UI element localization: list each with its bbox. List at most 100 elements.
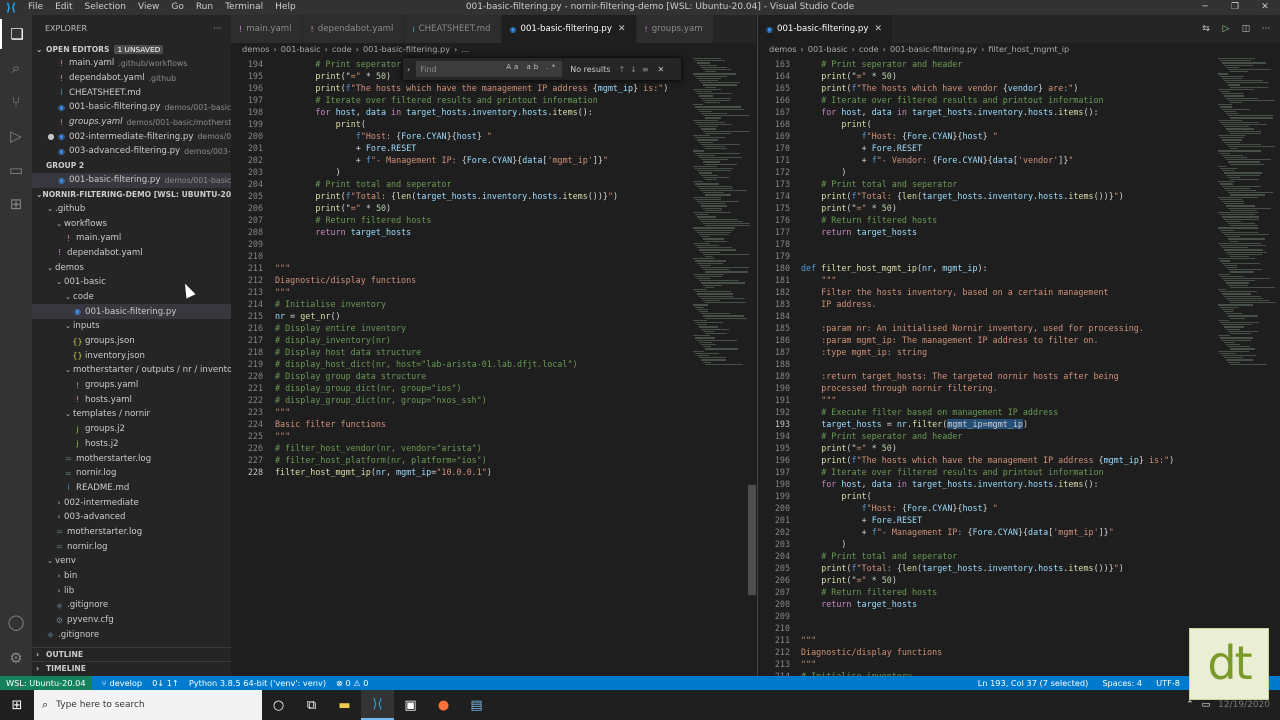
breadcrumb-item[interactable]: 001-basic — [281, 44, 321, 54]
file-item[interactable]: ! dependabot.yaml — [32, 246, 231, 261]
search-icon[interactable]: ⌕ — [0, 53, 32, 83]
file-item[interactable]: i README.md — [32, 481, 231, 496]
breadcrumb-item[interactable]: filter_host_mgmt_ip — [988, 44, 1069, 54]
folder-item[interactable]: ⌄ templates / nornir — [32, 407, 231, 422]
breadcrumb-item[interactable]: demos — [242, 44, 270, 54]
file-item[interactable]: = motherstarter.log — [32, 451, 231, 466]
terminal-taskbar-icon[interactable]: ▣ — [394, 690, 427, 720]
restore-icon[interactable]: ❐ — [1220, 0, 1250, 15]
file-item[interactable]: ◉ 001-basic-filtering.pydemos/001-basic/c… — [32, 172, 231, 188]
unsaved-dot-icon[interactable]: ● — [46, 132, 56, 141]
scrollbar-thumb[interactable] — [748, 485, 756, 595]
file-item[interactable]: {} groups.json — [32, 334, 231, 349]
breadcrumb-item[interactable]: code — [332, 44, 352, 54]
split-editor-icon[interactable]: ◫ — [1236, 24, 1256, 34]
file-item[interactable]: ◆ .gitignore — [32, 598, 231, 613]
folder-item[interactable]: ⌄ 001-basic — [32, 275, 231, 290]
encoding[interactable]: UTF-8 — [1156, 678, 1180, 688]
breadcrumb-item[interactable]: 001-basic-filtering.py — [363, 44, 450, 54]
extensions-icon[interactable]: ⊞ — [0, 189, 32, 219]
file-item[interactable]: ! groups.yamldemos/001-basic/motherstarte… — [32, 115, 231, 130]
editor-tab[interactable]: ! main.yaml — [231, 15, 303, 43]
taskbar-search[interactable]: ⌕ Type here to search — [34, 690, 262, 720]
close-find-icon[interactable]: ✕ — [658, 65, 665, 74]
menu-terminal[interactable]: Terminal — [219, 0, 269, 15]
folder-item[interactable]: › 003-advanced — [32, 510, 231, 525]
editor-tab[interactable]: ! dependabot.yaml — [302, 15, 405, 43]
expand-replace-icon[interactable]: › — [407, 65, 410, 74]
vscode-taskbar-icon[interactable]: ⟩⟨ — [361, 690, 394, 720]
run-file-icon[interactable]: ▷ — [1216, 24, 1236, 34]
minimap[interactable] — [693, 58, 753, 378]
more-actions-icon[interactable]: ··· — [1256, 24, 1276, 34]
file-item[interactable]: ◉ 003-advanced-filtering.pydemos/003-ad..… — [32, 144, 231, 159]
cortana-icon[interactable]: ○ — [262, 690, 295, 720]
file-item[interactable]: i CHEATSHEET.md — [32, 85, 231, 100]
remote-indicator[interactable]: WSL: Ubuntu-20.04 — [0, 676, 92, 690]
file-item[interactable]: ! main.yaml — [32, 231, 231, 246]
run-debug-icon[interactable]: ▷ — [0, 121, 32, 151]
editor-tab[interactable]: ! groups.yam — [636, 15, 714, 43]
file-item[interactable]: ●◉ 002-intermediate-filtering.pydemos/002… — [32, 129, 232, 144]
source-control-icon[interactable]: ⑂ — [0, 87, 32, 117]
outline-section[interactable]: › OUTLINE — [32, 647, 231, 661]
workspace-section[interactable]: ⌄ NORNIR-FILTERING-DEMO [WSL: UBUNTU-20.… — [32, 188, 231, 202]
manage-gear-icon[interactable]: ⚙ — [0, 643, 32, 673]
minimize-icon[interactable]: ─ — [1190, 0, 1220, 15]
folder-item[interactable]: › bin — [32, 569, 231, 584]
accounts-icon[interactable]: ◯ — [0, 607, 32, 637]
remote-explorer-icon[interactable]: ▭ — [0, 155, 32, 185]
folder-item[interactable]: ⌄ motherstarter / outputs / nr / inventor… — [32, 363, 231, 378]
open-editors-section[interactable]: ⌄ OPEN EDITORS 1 UNSAVED — [32, 42, 231, 56]
file-item[interactable]: ! groups.yaml — [32, 378, 231, 393]
file-item[interactable]: = motherstarter.log — [32, 525, 231, 540]
menu-help[interactable]: Help — [269, 0, 302, 15]
find-input[interactable]: Find Aa ab .* — [416, 61, 563, 77]
open-changes-icon[interactable]: ⇆ — [1196, 24, 1216, 34]
firefox-icon[interactable]: ● — [427, 690, 460, 720]
problems-count[interactable]: ⊗ 0 ⚠ 0 — [336, 678, 368, 688]
folder-item[interactable]: ⌄ venv — [32, 554, 231, 569]
menu-file[interactable]: File — [22, 0, 49, 15]
indentation[interactable]: Spaces: 4 — [1102, 678, 1142, 688]
file-item[interactable]: j hosts.j2 — [32, 437, 231, 452]
file-item[interactable]: ! hosts.yaml — [32, 392, 231, 407]
file-item[interactable]: ◉ 001-basic-filtering.pydemos/001-basic/c… — [32, 100, 231, 115]
close-window-icon[interactable]: ✕ — [1250, 0, 1280, 15]
find-nav-icons[interactable]: ↑↓≡ — [618, 65, 653, 74]
folder-item[interactable]: ⌄ code — [32, 290, 231, 305]
close-tab-icon[interactable]: ✕ — [874, 24, 882, 34]
network-icon[interactable]: ▭ — [1202, 700, 1211, 710]
folder-item[interactable]: ⌄ inputs — [32, 319, 231, 334]
windows-start-icon[interactable]: ⊞ — [0, 698, 34, 713]
tray-chevron-icon[interactable]: ⌃ — [1186, 700, 1194, 710]
sync-status[interactable]: 0↓ 1↑ — [152, 678, 179, 688]
file-item[interactable]: ! dependabot.yaml .github — [32, 71, 231, 86]
menu-edit[interactable]: Edit — [49, 0, 78, 15]
minimap[interactable] — [1218, 58, 1278, 378]
menu-selection[interactable]: Selection — [79, 0, 132, 15]
editor-tab[interactable]: ◉ 001-basic-filtering.py ✕ — [501, 15, 637, 43]
close-tab-icon[interactable]: ✕ — [618, 24, 626, 34]
python-interpreter[interactable]: Python 3.8.5 64-bit ('venv': venv) — [189, 678, 326, 688]
code-editor-1[interactable]: 194 # Print seperator an 195 print("=" * 50… — [231, 58, 756, 676]
git-branch[interactable]: develop — [110, 678, 143, 688]
menu-view[interactable]: View — [132, 0, 165, 15]
file-item[interactable]: = nornir.log — [32, 539, 231, 554]
app-icon[interactable]: ▤ — [460, 690, 493, 720]
code-editor-2[interactable]: 163 # Print seperator and header 164 print(… — [758, 58, 1280, 676]
clock[interactable]: 12/19/2020 — [1218, 700, 1270, 710]
breadcrumb-item[interactable]: ... — [461, 44, 469, 54]
breadcrumb-item[interactable]: 001-basic-filtering.py — [890, 44, 977, 54]
menu-run[interactable]: Run — [190, 0, 219, 15]
editor-tab[interactable]: i CHEATSHEET.md — [404, 15, 502, 43]
breadcrumb-item[interactable]: 001-basic — [808, 44, 848, 54]
task-view-icon[interactable]: ⧉ — [295, 690, 328, 720]
file-item[interactable]: {} inventory.json — [32, 348, 231, 363]
timeline-section[interactable]: › TIMELINE — [32, 661, 231, 675]
more-actions-icon[interactable]: ··· — [213, 24, 221, 33]
cursor-position[interactable]: Ln 193, Col 37 (7 selected) — [978, 678, 1089, 688]
file-explorer-icon[interactable]: ▬ — [328, 690, 361, 720]
file-item[interactable]: ◆ .gitignore — [32, 627, 231, 642]
explorer-icon[interactable]: ❏ — [0, 19, 32, 49]
